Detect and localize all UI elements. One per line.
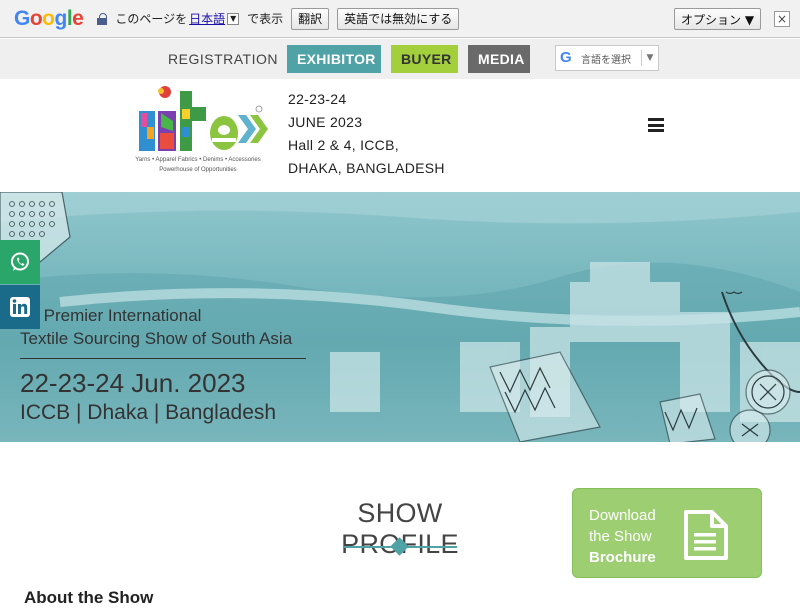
- site-header: Yarns • Apparel Fabrics • Denims • Acces…: [0, 79, 800, 193]
- translate-suffix: で表示: [247, 12, 284, 26]
- language-select-label: 言語を選択: [581, 54, 631, 66]
- lock-icon: [97, 12, 108, 25]
- translate-bar: Google このページを 日本語 ▼ で表示 翻訳 英語では無効にする オプシ…: [0, 0, 800, 38]
- hero-venue: ICCB | Dhaka | Bangladesh: [20, 401, 277, 424]
- translate-prefix: このページを: [115, 12, 188, 26]
- language-select[interactable]: G 言語を選択 ▼: [555, 45, 659, 71]
- media-button[interactable]: MEDIA: [468, 45, 530, 73]
- registration-link[interactable]: REGISTRATION: [168, 51, 278, 67]
- whatsapp-button[interactable]: [0, 240, 40, 284]
- about-heading: About the Show: [24, 588, 154, 607]
- hero-divider: [20, 358, 306, 359]
- translate-button[interactable]: 翻訳: [291, 7, 330, 30]
- google-g-icon: G: [560, 49, 572, 66]
- event-city: DHAKA, BANGLADESH: [288, 160, 445, 176]
- options-button[interactable]: オプション ▼: [674, 8, 762, 30]
- buyer-button[interactable]: BUYER: [391, 45, 458, 73]
- event-date-days: 22-23-24: [288, 91, 347, 107]
- document-icon: [684, 510, 728, 560]
- translate-language-link[interactable]: 日本語: [189, 10, 225, 27]
- google-logo: Google: [14, 6, 84, 30]
- hero-tagline-line1: he Premier International: [20, 306, 202, 325]
- never-translate-button[interactable]: 英語では無効にする: [337, 7, 460, 30]
- linkedin-button[interactable]: [0, 285, 40, 329]
- menu-icon[interactable]: [648, 118, 664, 132]
- hero-tagline-line2: Textile Sourcing Show of South Asia: [20, 329, 293, 348]
- linkedin-icon: [10, 297, 30, 317]
- download-brochure-button[interactable]: Download the Show Brochure: [572, 488, 762, 578]
- brochure-label-line3: Brochure: [589, 549, 656, 566]
- whatsapp-icon: [11, 252, 29, 271]
- logo-tagline: Yarns • Apparel Fabrics • Denims • Acces…: [135, 157, 261, 173]
- hero-dates: 22-23-24 Jun. 2023: [20, 368, 246, 398]
- event-venue: Hall 2 & 4, ICCB,: [288, 137, 399, 153]
- close-icon[interactable]: ×: [774, 11, 790, 27]
- event-date-month: JUNE 2023: [288, 114, 363, 130]
- language-dropdown-icon[interactable]: ▼: [227, 12, 240, 25]
- brochure-label-line2: the Show: [589, 528, 652, 545]
- chevron-down-icon: ▼: [646, 53, 654, 63]
- hero-banner: he Premier International Textile Sourcin…: [0, 192, 800, 442]
- brochure-label-line1: Download: [589, 507, 656, 524]
- top-navigation: REGISTRATION EXHIBITOR BUYER MEDIA: [0, 39, 800, 79]
- exhibitor-button[interactable]: EXHIBITOR: [287, 45, 381, 73]
